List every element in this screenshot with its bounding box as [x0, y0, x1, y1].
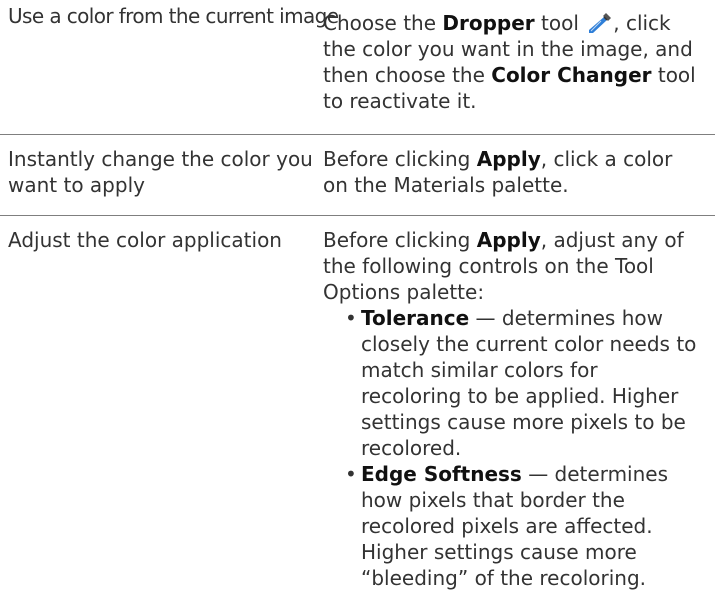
instruction-cell: Before clicking Apply, click a color on …: [313, 135, 715, 215]
instruction-cell: Choose the Dropper tool , click the colo…: [313, 0, 715, 134]
dropper-term: Dropper: [442, 11, 535, 35]
color-changer-term: Color Changer: [491, 63, 652, 87]
action-cell: Adjust the color application: [8, 228, 282, 252]
tolerance-term: Tolerance: [361, 306, 470, 330]
bullet-icon: •: [345, 306, 357, 330]
table-row: Instantly change the color you want to a…: [0, 135, 715, 215]
instruction-cell: Before clicking Apply, adjust any of the…: [313, 216, 715, 590]
instruction-table: Use a color from the current image Choos…: [0, 0, 715, 590]
table-row: Adjust the color application Before clic…: [0, 216, 715, 590]
bullet-icon: •: [345, 462, 357, 486]
list-item: • Edge Softness — determines how pixels t…: [323, 461, 703, 591]
action-cell: Instantly change the color you want to a…: [8, 147, 313, 197]
apply-term: Apply: [476, 147, 541, 171]
instruction-text: Choose the: [323, 11, 443, 35]
list-item: • Tolerance — determines how closely the …: [323, 305, 703, 461]
table-row: Use a color from the current image Choos…: [0, 0, 715, 134]
bullet-list: • Tolerance — determines how closely the …: [323, 305, 703, 591]
edge-softness-term: Edge Softness: [361, 462, 522, 486]
action-cell: Use a color from the current image: [8, 4, 339, 28]
instruction-text: Before clicking: [323, 228, 477, 252]
dropper-icon: [585, 11, 613, 35]
instruction-paragraph: Before clicking Apply, adjust any of the…: [323, 227, 703, 305]
apply-term: Apply: [476, 228, 541, 252]
instruction-text: tool: [534, 11, 586, 35]
instruction-text: Before clicking: [323, 147, 477, 171]
